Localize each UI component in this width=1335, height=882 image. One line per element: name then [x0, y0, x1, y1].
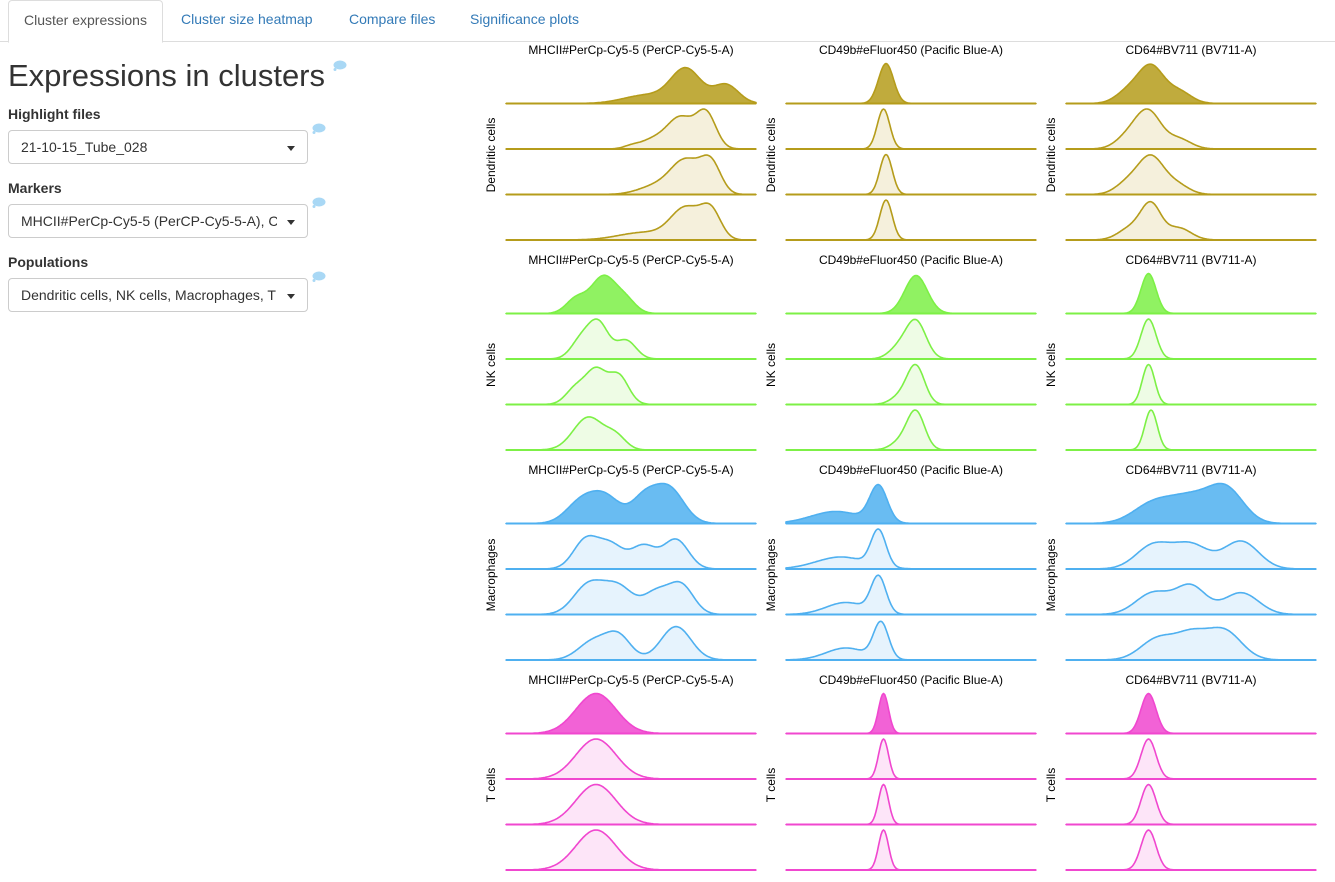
panel-title: CD64#BV711 (BV711-A) [1126, 43, 1257, 57]
density-ridge [505, 154, 757, 196]
density-ridge [1065, 738, 1317, 780]
population-axis-label: T cells [1044, 768, 1058, 802]
panel-title: CD49b#eFluor450 (Pacific Blue-A) [819, 253, 1003, 267]
density-ridge [785, 620, 1037, 661]
panel-title: CD49b#eFluor450 (Pacific Blue-A) [819, 463, 1003, 477]
density-ridge [505, 366, 757, 406]
density-ridge [505, 482, 757, 525]
population-axis-label: NK cells [1044, 343, 1058, 387]
density-ridge [1065, 363, 1317, 406]
density-ridge [505, 66, 757, 105]
density-ridge [785, 692, 1037, 735]
density-ridge [785, 274, 1037, 315]
density-ridge [505, 625, 757, 661]
density-ridge [1065, 692, 1317, 735]
density-ridge [1065, 540, 1317, 570]
population-axis-label: T cells [484, 768, 498, 802]
panel-title: CD49b#eFluor450 (Pacific Blue-A) [819, 43, 1003, 57]
density-ridge [1065, 482, 1317, 525]
density-ridge [1065, 154, 1317, 196]
panel-title: MHCII#PerCp-Cy5-5 (PerCP-Cy5-5-A) [528, 43, 733, 57]
population-axis-label: Macrophages [764, 539, 778, 612]
density-ridge [505, 783, 757, 826]
density-ridge [505, 202, 757, 241]
density-ridge [785, 783, 1037, 826]
density-ridge [785, 574, 1037, 616]
panel-title: CD64#BV711 (BV711-A) [1126, 253, 1257, 267]
density-ridge [785, 483, 1037, 525]
density-ridge [505, 416, 757, 451]
density-ridge [1065, 626, 1317, 661]
density-ridge [505, 318, 757, 360]
density-ridge [785, 318, 1037, 360]
ridgeline-plot-grid: MHCII#PerCp-Cy5-5 (PerCP-Cy5-5-A) Dendrit… [484, 43, 1317, 871]
population-axis-label: NK cells [764, 343, 778, 387]
panel-title: MHCII#PerCp-Cy5-5 (PerCP-Cy5-5-A) [528, 673, 733, 687]
density-ridge [505, 534, 757, 570]
panel-title: MHCII#PerCp-Cy5-5 (PerCP-Cy5-5-A) [528, 463, 733, 477]
density-ridge [1065, 318, 1317, 360]
density-ridge [505, 579, 757, 616]
population-axis-label: Dendritic cells [1044, 118, 1058, 193]
population-axis-label: NK cells [484, 343, 498, 387]
population-axis-label: T cells [764, 768, 778, 802]
density-ridge [1065, 63, 1317, 105]
density-ridge [785, 108, 1037, 150]
density-ridge [785, 363, 1037, 406]
density-ridge [505, 829, 757, 871]
density-ridge [1065, 583, 1317, 616]
density-ridge [505, 274, 757, 315]
density-ridge [1065, 783, 1317, 826]
density-ridge [785, 738, 1037, 780]
panel-title: MHCII#PerCp-Cy5-5 (PerCP-Cy5-5-A) [528, 253, 733, 267]
density-ridge [785, 62, 1037, 105]
panel-title: CD64#BV711 (BV711-A) [1126, 463, 1257, 477]
panel-title: CD64#BV711 (BV711-A) [1126, 673, 1257, 687]
density-ridge [785, 528, 1037, 570]
density-ridge [1065, 829, 1317, 871]
population-axis-label: Macrophages [1044, 539, 1058, 612]
density-ridge [505, 108, 757, 150]
density-ridge [505, 692, 757, 735]
density-ridge [1065, 108, 1317, 150]
population-axis-label: Dendritic cells [764, 118, 778, 193]
density-ridge [785, 199, 1037, 241]
density-ridge [1065, 409, 1317, 451]
panel-title: CD49b#eFluor450 (Pacific Blue-A) [819, 673, 1003, 687]
density-ridge [1065, 200, 1317, 241]
population-axis-label: Macrophages [484, 539, 498, 612]
population-axis-label: Dendritic cells [484, 118, 498, 193]
density-ridge [785, 829, 1037, 871]
density-ridge [505, 738, 757, 780]
density-ridge [785, 409, 1037, 451]
density-ridge [785, 153, 1037, 196]
density-ridge [1065, 272, 1317, 315]
